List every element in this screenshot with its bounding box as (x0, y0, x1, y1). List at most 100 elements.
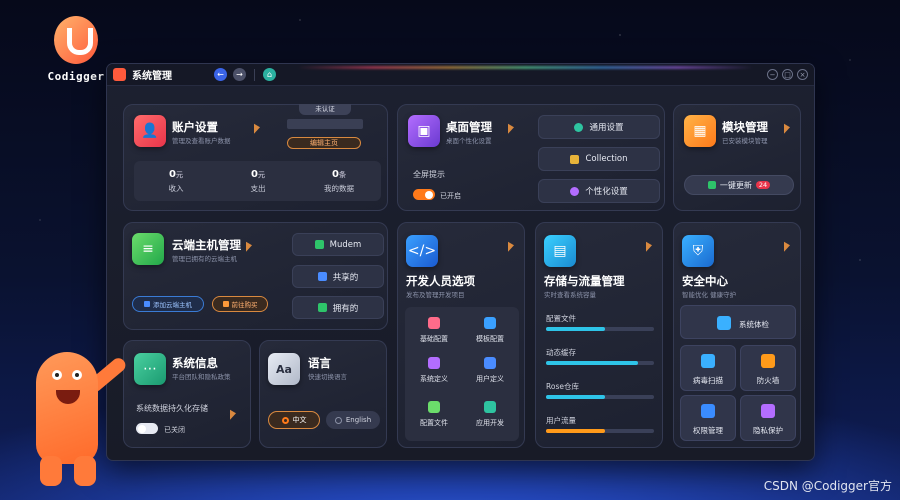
item-label: 基础配置 (420, 335, 448, 343)
module-subtitle: 已安装模块管理 (722, 137, 768, 145)
sysinfo-title: 系统信息 (172, 356, 218, 370)
option-label: Collection (585, 154, 628, 164)
permission-icon (701, 404, 715, 418)
close-button[interactable]: × (797, 69, 808, 80)
storage-item-label: Rose仓库 (546, 382, 579, 391)
personalize-button[interactable]: 个性化设置 (538, 179, 660, 203)
system-check-button[interactable]: 系统体检 (680, 305, 796, 339)
title-bar: 系统管理 ← → ⌂ − □ × (107, 64, 814, 86)
cloud-title: 云端主机管理 (172, 238, 241, 252)
persist-storage-toggle[interactable] (136, 423, 158, 434)
persist-storage-state: 已关闭 (164, 426, 185, 434)
update-label: 一键更新 (719, 180, 752, 190)
lang-english-option[interactable]: English (326, 411, 380, 429)
shield-icon: ⛨ (682, 235, 714, 267)
data-unit: 条 (338, 171, 346, 179)
income-label: 收入 (168, 184, 184, 193)
divider (254, 68, 255, 81)
account-card[interactable]: 👤 账户设置 管理及查看账户数据 未认证 编辑主页 0元 收入 0元 支出 0条… (123, 104, 388, 211)
update-all-button[interactable]: 一键更新 24 (684, 175, 794, 195)
developer-grid: 基础配置 模板配置 系统定义 用户定义 配置文件 应用开发 (405, 307, 519, 441)
language-subtitle: 快速切换语言 (308, 373, 347, 381)
arrow-icon (508, 241, 516, 251)
language-icon: Aa (268, 353, 300, 385)
storage-item-fill (546, 327, 606, 331)
app-icon (484, 401, 496, 413)
desktop-card[interactable]: ▣ 桌面管理 桌面个性化设置 全屏提示 已开启 通用设置 Collection … (397, 104, 665, 211)
add-cloud-host-button[interactable]: 添加云端主机 (132, 296, 204, 312)
storage-item-bar (546, 327, 654, 331)
virus-scan-button[interactable]: 病毒扫描 (680, 345, 736, 391)
collection-button[interactable]: Collection (538, 147, 660, 171)
download-icon (707, 181, 716, 189)
system-define-item[interactable]: 系统定义 (405, 357, 463, 384)
config-file-item[interactable]: 配置文件 (405, 401, 463, 428)
forward-button[interactable]: → (233, 68, 246, 81)
fullscreen-state: 已开启 (440, 192, 461, 200)
permission-button[interactable]: 权限管理 (680, 395, 736, 441)
server-icon (317, 303, 327, 312)
mascot-illustration (30, 352, 129, 492)
storage-item-label: 配置文件 (546, 314, 576, 323)
income-value: 0 (169, 169, 176, 180)
virus-scan-label: 病毒扫描 (693, 376, 723, 385)
radio-icon (334, 416, 342, 424)
module-card[interactable]: ▦ 模块管理 已安装模块管理 一键更新 24 (673, 104, 801, 211)
maximize-button[interactable]: □ (782, 69, 793, 80)
system-icon (428, 357, 440, 369)
item-label: 用户定义 (476, 375, 504, 383)
privacy-button[interactable]: 隐私保护 (740, 395, 796, 441)
code-icon: </> (406, 235, 438, 267)
account-stats: 0元 收入 0元 支出 0条 我的数据 (134, 161, 381, 201)
edit-profile-button[interactable]: 编辑主页 (287, 137, 361, 149)
item-label: 配置文件 (420, 419, 448, 427)
item-label: 模板配置 (476, 335, 504, 343)
firewall-icon (761, 354, 775, 368)
host-mudem[interactable]: Mudem (292, 233, 384, 256)
fullscreen-label: 全屏提示 (413, 170, 445, 179)
security-card[interactable]: ⛨ 安全中心 智能优化 健康守护 系统体检 病毒扫描 防火墙 权限管理 隐私保护 (673, 222, 801, 448)
general-settings-button[interactable]: 通用设置 (538, 115, 660, 139)
buy-button[interactable]: 前往购买 (212, 296, 268, 312)
module-title: 模块管理 (722, 120, 768, 134)
storage-card[interactable]: ▤ 存储与流量管理 实时查看系统容量 配置文件 动态缓存 Rose仓库 用户流量 (535, 222, 663, 448)
developer-card[interactable]: </> 开发人员选项 发布及管理开发项目 基础配置 模板配置 系统定义 用户定义… (397, 222, 525, 448)
app-dev-item[interactable]: 应用开发 (461, 401, 519, 428)
file-icon (428, 401, 440, 413)
update-count-badge: 24 (755, 181, 771, 189)
fullscreen-toggle[interactable] (413, 189, 435, 200)
language-card[interactable]: Aa 语言 快速切换语言 中文 English (259, 340, 387, 448)
palette-icon (570, 186, 580, 196)
lang-chinese-option[interactable]: 中文 (268, 411, 320, 429)
cart-icon (222, 301, 229, 307)
add-host-label: 添加云端主机 (153, 301, 192, 309)
basic-config-item[interactable]: 基础配置 (405, 317, 463, 344)
system-management-window: 系统管理 ← → ⌂ − □ × 👤 账户设置 管理及查看账户数据 未认证 编辑… (107, 64, 814, 460)
cloud-host-card[interactable]: ≡ 云端主机管理 管理已拥有的云端主机 Mudem 共享的 拥有的 添加云端主机… (123, 222, 388, 330)
storage-item-bar (546, 429, 654, 433)
back-button[interactable]: ← (214, 68, 227, 81)
account-subtitle: 管理及查看账户数据 (172, 137, 231, 145)
server-icon: ≡ (132, 233, 164, 265)
mascot-leg (74, 456, 96, 486)
config-icon (428, 317, 440, 329)
minimize-button[interactable]: − (767, 69, 778, 80)
template-config-item[interactable]: 模板配置 (461, 317, 519, 344)
home-button[interactable]: ⌂ (263, 68, 276, 81)
developer-title: 开发人员选项 (406, 274, 475, 288)
host-shared[interactable]: 共享的 (292, 265, 384, 288)
data-label: 我的数据 (324, 184, 354, 193)
firewall-button[interactable]: 防火墙 (740, 345, 796, 391)
system-info-card[interactable]: ⋯ 系统信息 平台团队和隐私政策 系统数据持久化存储 已关闭 (123, 340, 251, 448)
stat-expense: 0元 支出 (219, 169, 297, 194)
user-define-item[interactable]: 用户定义 (461, 357, 519, 384)
data-value: 0 (332, 169, 339, 180)
watermark: CSDN @Codigger官方 (763, 479, 892, 493)
security-title: 安全中心 (682, 274, 728, 288)
radio-selected-icon (281, 416, 289, 424)
arrow-icon (784, 241, 792, 251)
option-label: 个性化设置 (585, 187, 628, 197)
host-owned[interactable]: 拥有的 (292, 296, 384, 319)
storage-item-fill (546, 395, 606, 399)
persist-storage-label: 系统数据持久化存储 (136, 404, 208, 413)
